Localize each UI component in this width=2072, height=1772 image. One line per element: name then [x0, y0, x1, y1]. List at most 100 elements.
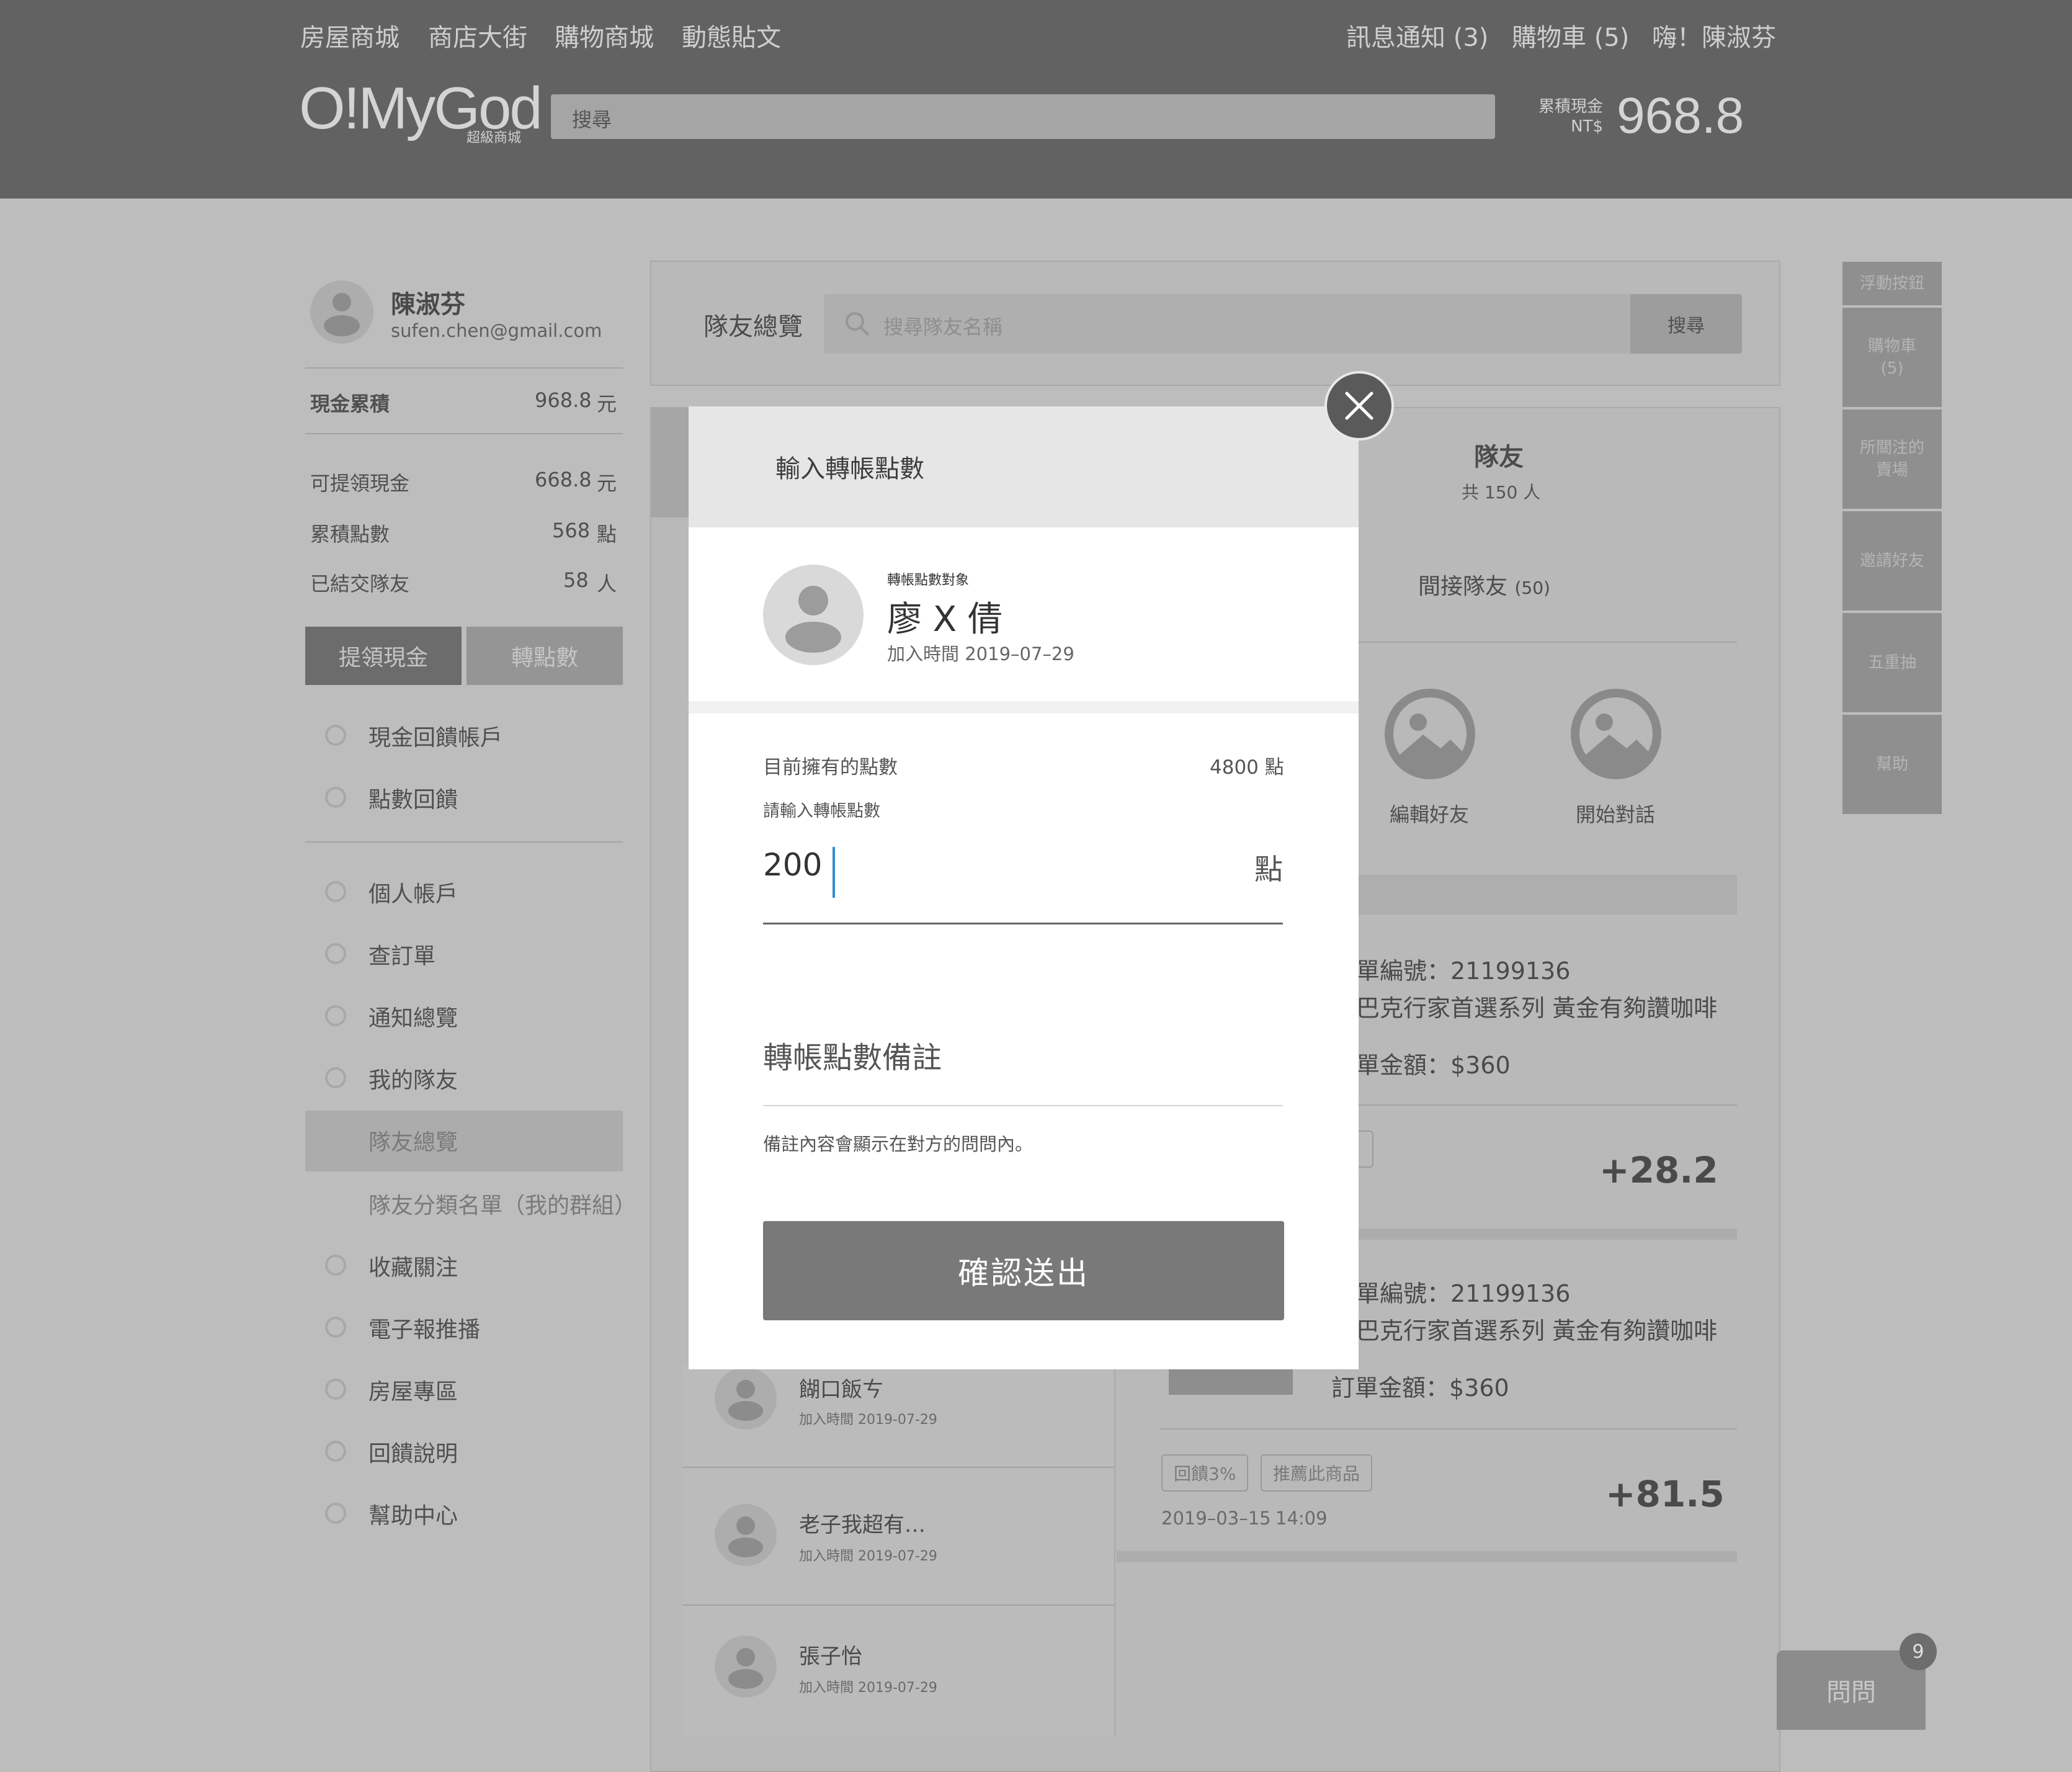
points-input-unit: 點 [1254, 852, 1283, 886]
points-unit: 點 [597, 522, 617, 546]
order-amount: 訂單金額：$360 [1331, 1374, 1509, 1402]
reward-amount: +28.2 [1599, 1149, 1718, 1191]
points-input[interactable]: 200 點 [763, 841, 1283, 899]
edit-friend-label[interactable]: 編輯好友 [1390, 799, 1469, 828]
menu-newsletter[interactable]: 電子報推播 [368, 1312, 480, 1344]
menu-friends-overview[interactable]: 隊友總覽 [368, 1124, 458, 1157]
reward-amount: +81.5 [1605, 1473, 1725, 1515]
modal-close-button[interactable] [1324, 371, 1394, 441]
nav-shopping-mall[interactable]: 購物商城 [555, 17, 654, 53]
order-product[interactable]: 巴克行家首選系列 黃金有夠讚咖啡 [1356, 1312, 1717, 1346]
menu-active-highlight [305, 1111, 623, 1171]
profile-email: sufen.chen@gmail.com [391, 320, 602, 341]
image-icon [325, 1005, 346, 1026]
avatar [715, 1504, 777, 1566]
nav-house-mall[interactable]: 房屋商城 [300, 17, 400, 53]
image-icon [325, 787, 346, 808]
menu-cash-account[interactable]: 現金回饋帳戶 [368, 720, 502, 752]
note-input-underline [763, 1105, 1283, 1106]
friend-list-item[interactable]: 老子我超有… 加入時間 2019-07-29 [682, 1504, 1114, 1591]
cart-link[interactable]: 購物車 (5) [1512, 17, 1629, 53]
chat-badge: 9 [1900, 1633, 1937, 1670]
image-icon [325, 1441, 346, 1462]
note-placeholder: 轉帳點數備註 [763, 1040, 942, 1075]
menu-help-center[interactable]: 幫助中心 [368, 1498, 458, 1530]
friend-search-placeholder: 搜尋隊友名稱 [883, 315, 1003, 339]
order-amount: 單金額：$360 [1356, 1052, 1511, 1079]
cash-total-unit: 元 [597, 392, 617, 416]
nav-posts[interactable]: 動態貼文 [682, 17, 781, 53]
tag-rebate: 回饋3% [1161, 1454, 1249, 1492]
float-lottery[interactable]: 五重抽 [1842, 613, 1942, 712]
menu-house-zone[interactable]: 房屋專區 [368, 1374, 458, 1406]
tab-left-edge [651, 408, 690, 517]
float-button-label[interactable]: 浮動按鈕 [1842, 262, 1942, 305]
menu-notifications[interactable]: 通知總覽 [368, 1000, 458, 1032]
menu-friend-groups[interactable]: 隊友分類名單（我的群組） [368, 1188, 636, 1220]
divider [305, 841, 623, 843]
tag-recommend-button[interactable]: 推薦此商品 [1261, 1454, 1373, 1492]
image-icon [325, 1255, 346, 1276]
owned-points-value: 4800 點 [1210, 756, 1284, 779]
friend-joined: 加入時間 2019-07-29 [799, 1412, 937, 1428]
friend-search-input[interactable]: 搜尋隊友名稱 [824, 294, 1630, 354]
close-icon [1345, 392, 1373, 420]
target-joined: 加入時間 2019–07–29 [887, 643, 1074, 664]
page-title: 隊友總覽 [703, 313, 803, 341]
friend-joined: 加入時間 2019-07-29 [799, 1549, 937, 1564]
divider [305, 367, 623, 369]
float-help[interactable]: 幫助 [1842, 715, 1942, 814]
target-name: 廖 X 倩 [887, 599, 1003, 640]
avatar [715, 1636, 777, 1698]
float-followed-stores[interactable]: 所關注的 賣場 [1842, 409, 1942, 509]
points-input-value: 200 [763, 847, 823, 883]
order-product[interactable]: 巴克行家首選系列 黃金有夠讚咖啡 [1356, 989, 1717, 1023]
start-chat-label[interactable]: 開始對話 [1576, 799, 1655, 828]
menu-orders[interactable]: 查訂單 [368, 938, 435, 970]
menu-points-rebate[interactable]: 點數回饋 [368, 782, 458, 814]
user-greeting[interactable]: 嗨！陳淑芬 [1652, 17, 1776, 53]
notifications-link[interactable]: 訊息通知 (3) [1346, 17, 1488, 53]
transfer-note-input[interactable]: 轉帳點數備註 [763, 1027, 1283, 1076]
menu-favorites[interactable]: 收藏關注 [368, 1250, 458, 1282]
friend-search-button[interactable]: 搜尋 [1630, 294, 1742, 354]
image-icon [325, 943, 346, 964]
nav-shop-street[interactable]: 商店大街 [428, 17, 527, 53]
friend-list-item[interactable]: 張子怡 加入時間 2019-07-29 [682, 1636, 1114, 1722]
order-number: 單編號：21199136 [1356, 1280, 1571, 1307]
modal-title: 輸入轉帳點數 [775, 455, 924, 483]
search-input[interactable]: 搜尋 [551, 94, 1495, 139]
menu-rebate-info[interactable]: 回饋說明 [368, 1436, 458, 1468]
avatar [715, 1367, 777, 1430]
cash-total-value: 968.8 [535, 388, 592, 412]
friends-count: 共 150 人 [1462, 482, 1541, 503]
cash-total-label: 現金累積 [310, 392, 390, 416]
start-chat-icon[interactable] [1570, 687, 1663, 781]
float-invite-friends[interactable]: 邀請好友 [1842, 511, 1942, 611]
friend-list-item[interactable]: 餬口飯ㄘ 加入時間 2019-07-29 [682, 1365, 1114, 1467]
friends-unit: 人 [597, 572, 617, 596]
float-cart[interactable]: 購物車 (5) [1842, 308, 1942, 407]
modal-section-separator [689, 701, 1359, 714]
avatar[interactable] [310, 280, 373, 344]
section-bar [1359, 875, 1737, 915]
cash-label-title: 累積現金 [1538, 97, 1604, 116]
tab-indirect-friends[interactable]: 間接隊友 (50) [1418, 568, 1550, 601]
friend-name: 老子我超有… [799, 1513, 926, 1537]
friend-name: 張子怡 [799, 1644, 862, 1669]
edit-friend-icon[interactable] [1383, 687, 1476, 781]
menu-personal-account[interactable]: 個人帳戶 [368, 876, 458, 908]
cash-label: 累積現金 NT$ [1538, 97, 1603, 136]
confirm-submit-button[interactable]: 確認送出 [763, 1221, 1284, 1320]
image-icon [325, 1067, 346, 1088]
divider [305, 433, 623, 434]
points-input-label: 請輸入轉帳點數 [763, 802, 880, 821]
friend-joined: 加入時間 2019-07-29 [799, 1680, 937, 1696]
withdraw-button[interactable]: 提領現金 [305, 627, 462, 685]
note-hint: 備註內容會顯示在對方的問問內。 [763, 1134, 1034, 1155]
profile-name: 陳淑芬 [391, 290, 465, 319]
divider [1359, 642, 1737, 643]
withdrawable-label: 可提領現金 [310, 472, 410, 495]
menu-my-friends[interactable]: 我的隊友 [368, 1062, 458, 1094]
transfer-points-button[interactable]: 轉點數 [467, 627, 623, 685]
